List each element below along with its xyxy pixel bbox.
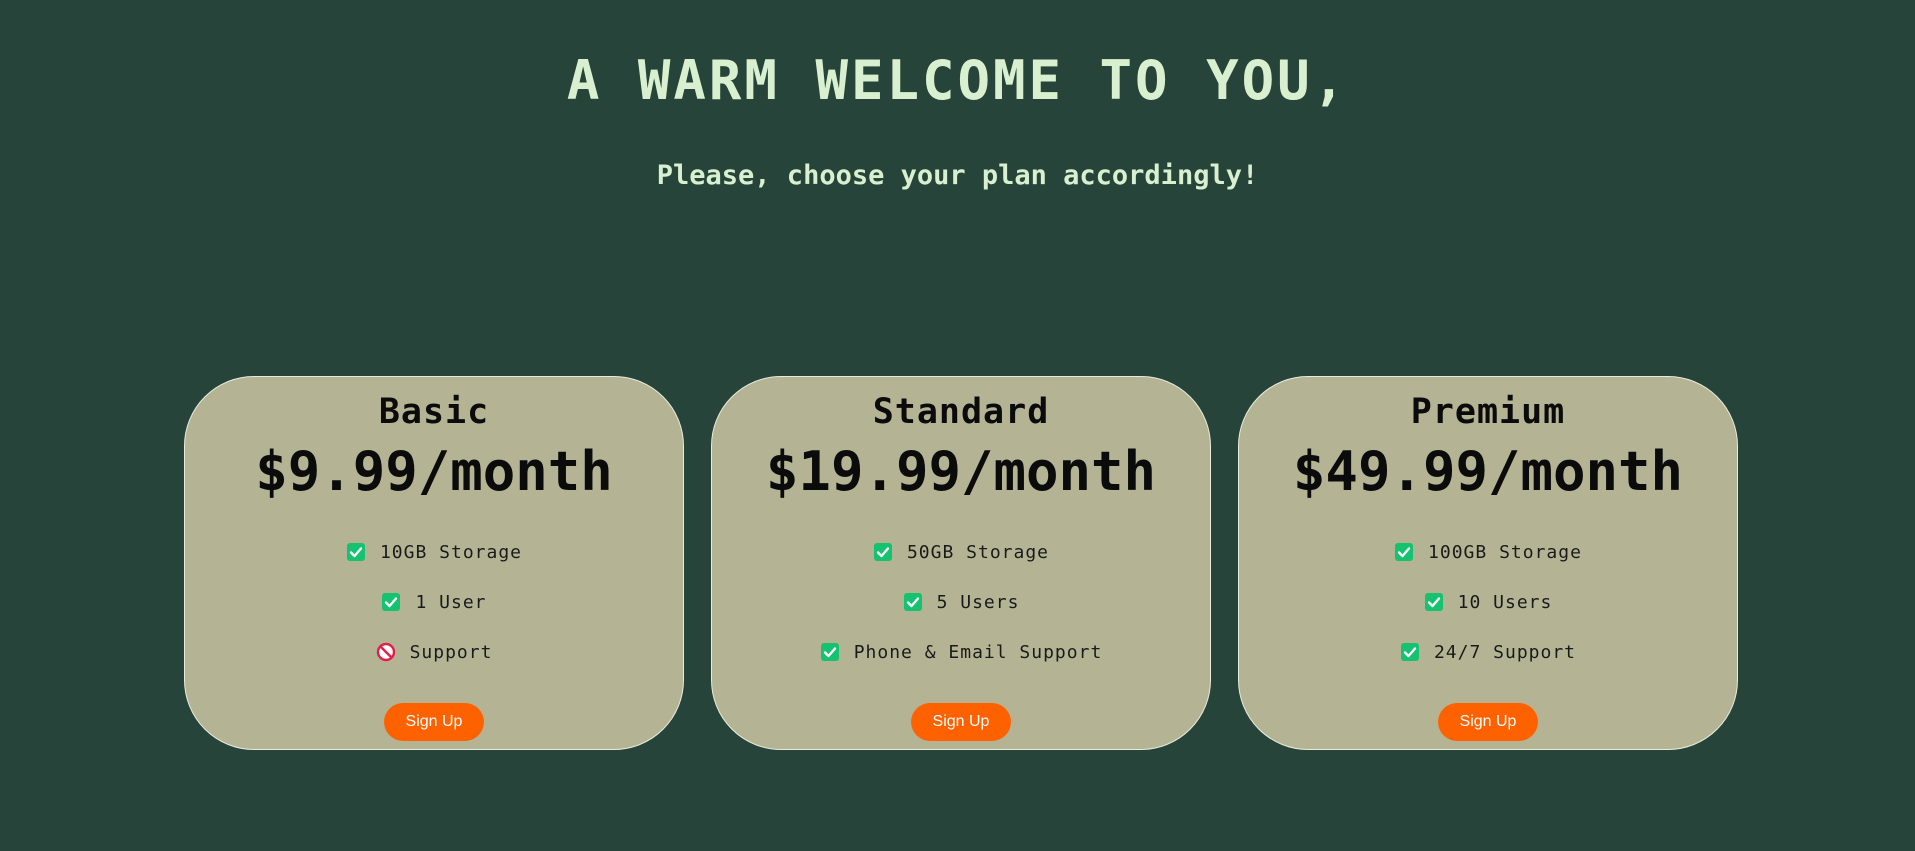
feature-text: 5 Users [936,591,1020,613]
feature-text: 50GB Storage [906,541,1050,563]
feature-list: 10GB Storage 1 User Support [185,527,683,677]
check-icon [1394,542,1414,562]
plan-name: Standard [872,392,1050,432]
check-icon [346,542,366,562]
plan-price: $9.99/month [255,440,613,503]
check-icon [1424,592,1444,612]
feature-text: 100GB Storage [1428,541,1582,563]
feature-item: Support [185,627,683,677]
feature-item: 50GB Storage [712,527,1210,577]
feature-item: 10GB Storage [185,527,683,577]
feature-text: 10GB Storage [379,541,523,563]
sign-up-button[interactable]: Sign Up [384,703,484,741]
plan-card-basic: Basic $9.99/month 10GB Storage 1 User Su… [184,376,684,750]
feature-item: Phone & Email Support [712,627,1210,677]
feature-text: Support [409,641,493,663]
plan-name: Basic [378,392,490,432]
plan-card-standard: Standard $19.99/month 50GB Storage 5 Use… [711,376,1211,750]
sign-up-button[interactable]: Sign Up [1438,703,1538,741]
prohibited-icon [376,642,396,662]
page-subtitle: Please, choose your plan accordingly! [656,160,1259,191]
sign-up-button[interactable]: Sign Up [911,703,1011,741]
feature-item: 1 User [185,577,683,627]
check-icon [381,592,401,612]
feature-text: Phone & Email Support [853,641,1103,663]
feature-item: 100GB Storage [1239,527,1737,577]
check-icon [903,592,923,612]
page-title: A WARM WELCOME TO YOU, [566,49,1349,112]
check-icon [873,542,893,562]
pricing-plans: Basic $9.99/month 10GB Storage 1 User Su… [184,376,1742,753]
plan-price: $49.99/month [1292,440,1684,503]
check-icon [1400,642,1420,662]
feature-list: 50GB Storage 5 Users Phone & Email Suppo… [712,527,1210,677]
plan-name: Premium [1410,392,1566,432]
feature-text: 24/7 Support [1433,641,1577,663]
feature-text: 10 Users [1457,591,1553,613]
feature-list: 100GB Storage 10 Users 24/7 Support [1239,527,1737,677]
check-icon [820,642,840,662]
plan-card-premium: Premium $49.99/month 100GB Storage 10 Us… [1238,376,1738,750]
plan-price: $19.99/month [765,440,1157,503]
feature-item: 5 Users [712,577,1210,627]
feature-item: 10 Users [1239,577,1737,627]
feature-text: 1 User [415,591,487,613]
feature-item: 24/7 Support [1239,627,1737,677]
